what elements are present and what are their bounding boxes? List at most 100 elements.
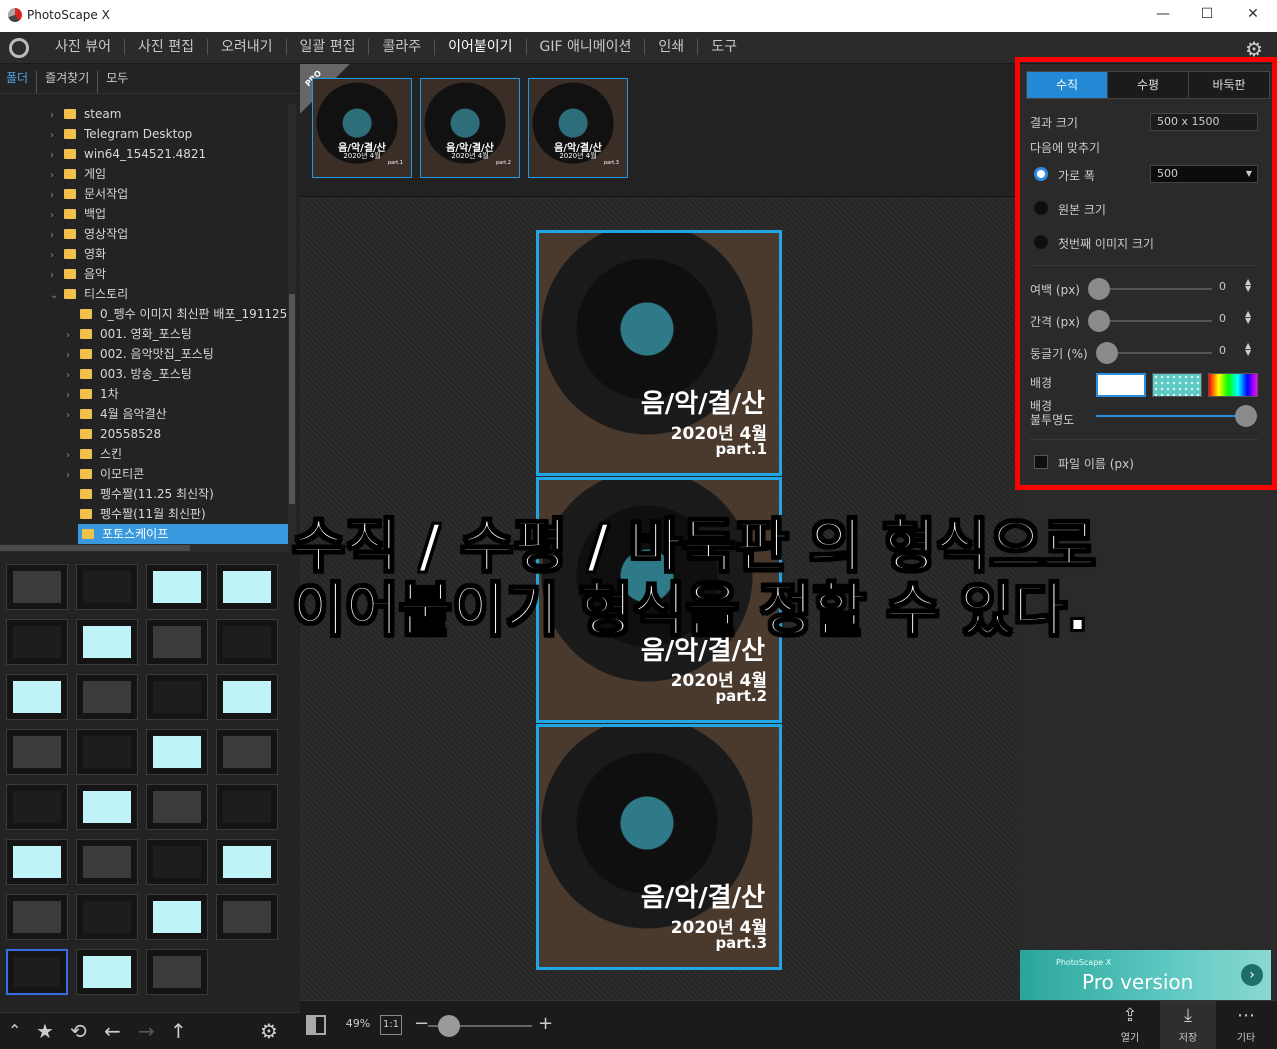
menu-item-editor[interactable]: 사진 편집 [125,39,208,55]
strip-thumb[interactable]: 음/악/결/산 2020년 4월 part.1 [312,78,412,178]
file-thumbnail[interactable] [6,729,68,775]
tab-favorites[interactable]: 즐겨찾기 [37,71,99,93]
file-thumbnail[interactable] [76,949,138,995]
up-arrow-icon[interactable]: ↑ [170,1019,187,1043]
background-color-picker-swatch[interactable] [1208,373,1258,397]
folder-tree-item[interactable]: › 문서작업 [50,184,128,204]
file-thumbnail[interactable] [146,784,208,830]
chevron-right-icon[interactable]: › [50,166,64,186]
chevron-right-icon[interactable]: › [50,266,64,286]
folder-tree-item[interactable]: 펭수짤(11.25 최신작) [66,484,214,504]
roundness-slider-track[interactable] [1108,352,1212,354]
opacity-slider-knob[interactable] [1235,405,1257,427]
file-thumbnail[interactable] [6,564,68,610]
folder-tree-item[interactable]: › 영화 [50,244,106,264]
chevron-right-icon[interactable]: › [50,126,64,146]
file-thumbnail[interactable] [216,619,278,665]
tab-horizontal[interactable]: 수평 [1108,72,1189,98]
tab-all[interactable]: 모두 [98,71,136,93]
menu-item-batch[interactable]: 일괄 편집 [287,39,370,55]
menu-item-print[interactable]: 인쇄 [645,39,699,55]
folder-tree-item[interactable]: › 003. 방송_포스팅 [66,364,192,384]
file-thumbnail[interactable] [216,839,278,885]
combined-image-panel[interactable]: 음/악/결/산 2020년 4월 part.1 [536,230,782,476]
pro-version-banner[interactable]: PhotoScape X Pro version › [1020,950,1271,1000]
file-thumbnail[interactable] [76,894,138,940]
file-thumbnail[interactable] [6,949,68,995]
file-thumbnail[interactable] [146,619,208,665]
chevron-right-icon[interactable]: › [50,206,64,226]
gap-stepper-icon[interactable]: ▲ ▼ [1245,310,1251,325]
more-button[interactable]: ⋯ 기타 [1218,1001,1274,1049]
menu-item-tools[interactable]: 도구 [698,39,750,55]
folder-tree-item[interactable]: › steam [50,104,121,124]
file-thumbnail[interactable] [146,894,208,940]
minimize-button[interactable]: — [1148,6,1178,26]
refresh-icon[interactable]: ⟲ [70,1019,87,1043]
width-select[interactable]: 500 ▼ [1150,165,1258,183]
menu-item-gif[interactable]: GIF 애니메이션 [527,39,646,55]
file-thumbnail[interactable] [76,839,138,885]
save-button[interactable]: ⤓ 저장 [1160,1001,1216,1049]
file-thumbnail[interactable] [146,674,208,720]
file-thumbnail[interactable] [6,784,68,830]
chevron-right-icon[interactable]: › [66,406,80,426]
chevron-right-icon[interactable]: › [66,446,80,466]
folder-tree-item[interactable]: › 1차 [66,384,119,404]
maximize-button[interactable]: ☐ [1192,6,1222,26]
folder-tree-item[interactable]: 20558528 [66,424,161,444]
tab-folder[interactable]: 폴더 [6,71,38,93]
tree-scroll-thumb[interactable] [289,294,295,504]
file-thumbnail[interactable] [6,674,68,720]
chevron-right-icon[interactable]: › [66,386,80,406]
menu-item-collage[interactable]: 콜라주 [369,39,436,55]
chevron-right-icon[interactable]: › [1241,964,1263,986]
folder-tree-item[interactable]: › 001. 영화_포스팅 [66,324,192,344]
chevron-right-icon[interactable]: › [66,466,80,486]
roundness-stepper-icon[interactable]: ▲ ▼ [1245,342,1251,357]
filename-checkbox[interactable] [1034,455,1048,469]
width-radio[interactable] [1034,167,1048,181]
file-thumbnail[interactable] [216,729,278,775]
file-thumbnail[interactable] [146,949,208,995]
opacity-slider-track[interactable] [1096,415,1246,417]
folder-tree-item[interactable]: › 게임 [50,164,106,184]
chevron-right-icon[interactable]: › [66,346,80,366]
menu-item-cutout[interactable]: 오려내기 [208,39,287,55]
open-button[interactable]: ⇪ 열기 [1102,1001,1158,1049]
margin-stepper-icon[interactable]: ▲ ▼ [1245,278,1251,293]
chevron-right-icon[interactable]: › [66,366,80,386]
strip-thumb[interactable]: 음/악/결/산 2020년 4월 part.2 [420,78,520,178]
folder-tree-item[interactable]: 포토스케이프 [78,524,288,544]
margin-value[interactable]: 0 [1219,280,1226,293]
chevron-right-icon[interactable]: › [50,146,64,166]
file-thumbnail[interactable] [76,619,138,665]
menu-item-viewer[interactable]: 사진 뷰어 [42,39,125,55]
tree-hscroll-thumb[interactable] [0,545,190,551]
zoom-out-button[interactable]: − [414,1013,429,1034]
roundness-slider-knob[interactable] [1096,342,1118,364]
zoom-in-button[interactable]: + [538,1013,553,1034]
chevron-right-icon[interactable]: › [50,186,64,206]
compare-toggle-icon[interactable] [306,1015,326,1035]
file-thumbnail[interactable] [216,894,278,940]
strip-thumb[interactable]: 음/악/결/산 2020년 4월 part.3 [528,78,628,178]
close-button[interactable]: ✕ [1238,6,1268,26]
star-icon[interactable]: ★ [36,1019,54,1043]
chevron-right-icon[interactable]: › [50,226,64,246]
chevron-right-icon[interactable]: › [50,246,64,266]
menu-item-combine[interactable]: 이어붙이기 [435,39,527,55]
file-thumbnail[interactable] [76,784,138,830]
folder-tree-item[interactable]: › 백업 [50,204,106,224]
combined-image-panel[interactable]: 음/악/결/산 2020년 4월 part.3 [536,724,782,970]
gap-value[interactable]: 0 [1219,312,1226,325]
file-thumbnail[interactable] [146,729,208,775]
gap-slider-track[interactable] [1100,320,1212,322]
roundness-value[interactable]: 0 [1219,344,1226,357]
file-thumbnail[interactable] [6,894,68,940]
forward-arrow-icon[interactable]: → [138,1019,155,1043]
file-thumbnail[interactable] [216,564,278,610]
folder-tree-item[interactable]: › 4월 음악결산 [66,404,167,424]
tab-grid[interactable]: 바둑판 [1189,72,1269,98]
tree-scrollbar[interactable] [288,104,296,544]
